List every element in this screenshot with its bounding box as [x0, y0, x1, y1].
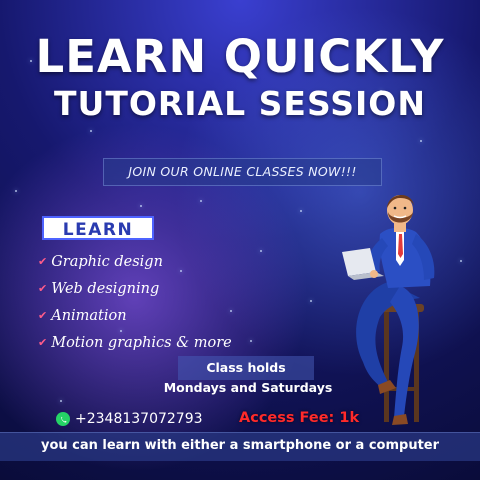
course-item: ✔ Motion graphics & more	[38, 329, 232, 356]
bottom-note: you can learn with either a smartphone o…	[0, 432, 480, 461]
course-label: Animation	[51, 307, 127, 324]
course-label: Web designing	[51, 280, 160, 297]
poster: LEARN QUICKLY TUTORIAL SESSION JOIN OUR …	[0, 0, 480, 480]
class-days: Mondays and Saturdays	[163, 380, 333, 395]
check-icon: ✔	[38, 255, 48, 268]
course-item: ✔ Web designing	[38, 275, 232, 302]
man-with-laptop-illustration	[342, 194, 435, 425]
course-list: ✔ Graphic design ✔ Web designing ✔ Anima…	[38, 248, 232, 356]
check-icon: ✔	[38, 282, 48, 295]
title-line-2: TUTORIAL SESSION	[54, 84, 426, 123]
phone-number: +2348137072793	[75, 411, 203, 427]
course-item: ✔ Graphic design	[38, 248, 232, 275]
whatsapp-icon	[56, 412, 70, 426]
title-line-1: LEARN QUICKLY	[35, 30, 445, 83]
class-holds-box: Class holds	[178, 356, 314, 380]
course-item: ✔ Animation	[38, 302, 232, 329]
check-icon: ✔	[38, 336, 48, 349]
check-icon: ✔	[38, 309, 48, 322]
course-label: Motion graphics & more	[51, 334, 232, 351]
course-label: Graphic design	[51, 253, 163, 270]
phone-contact[interactable]: +2348137072793	[56, 411, 203, 427]
learn-badge: LEARN	[42, 216, 154, 240]
